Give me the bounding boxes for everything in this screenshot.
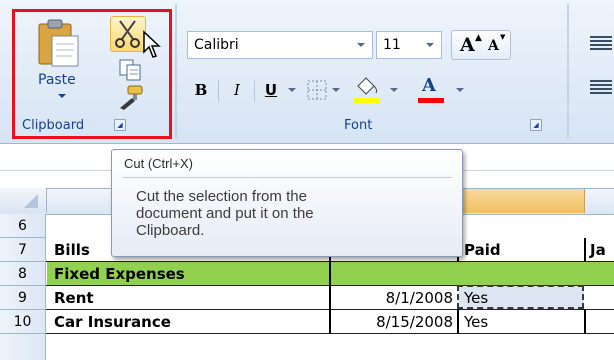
grid-line bbox=[584, 238, 586, 262]
font-name-value: Calibri bbox=[194, 37, 239, 53]
align-top-icon[interactable] bbox=[590, 36, 612, 50]
font-color-dropdown-arrow-icon[interactable] bbox=[456, 88, 464, 92]
cell[interactable]: Ja bbox=[586, 238, 614, 262]
grow-font-icon: A bbox=[460, 34, 475, 56]
font-name-dropdown-arrow-icon[interactable] bbox=[357, 43, 365, 47]
bold-button[interactable]: B bbox=[186, 74, 216, 106]
grid-empty-area bbox=[46, 334, 614, 360]
shrink-arrow-icon: ▼ bbox=[500, 33, 506, 41]
font-color-icon: A bbox=[422, 75, 436, 96]
row-header[interactable]: 9 bbox=[0, 286, 46, 310]
font-size-dropdown-arrow-icon[interactable] bbox=[426, 43, 434, 47]
group-separator bbox=[567, 4, 569, 138]
cell[interactable]: 8/15/2008 bbox=[331, 310, 457, 334]
cell[interactable]: Yes bbox=[460, 310, 584, 334]
font-color-bar bbox=[418, 98, 444, 103]
tooltip-title: Cut (Ctrl+X) bbox=[124, 156, 193, 171]
cut-tooltip: Cut (Ctrl+X) Cut the selection from the … bbox=[111, 149, 463, 257]
borders-dropdown-arrow-icon[interactable] bbox=[332, 88, 340, 92]
align-left-icon[interactable] bbox=[590, 80, 612, 94]
cell[interactable]: Rent bbox=[50, 286, 326, 310]
grid-line bbox=[457, 309, 459, 334]
row-header[interactable]: 10 bbox=[0, 310, 46, 334]
font-group-label: Font bbox=[344, 118, 373, 133]
separator bbox=[218, 80, 219, 102]
ribbon: Paste Clipboard ◢ Calibri 11 A ▲ A ▼ B I… bbox=[0, 0, 614, 144]
grid-line bbox=[584, 309, 586, 334]
cut-marquee bbox=[457, 285, 584, 309]
grow-font-button[interactable]: A ▲ A ▼ bbox=[451, 30, 511, 60]
borders-button[interactable] bbox=[302, 76, 344, 104]
underline-dropdown-arrow-icon[interactable] bbox=[288, 88, 296, 92]
tooltip-divider bbox=[122, 177, 452, 178]
select-all-triangle-icon bbox=[24, 194, 38, 208]
fill-color-button[interactable] bbox=[348, 74, 406, 106]
fill-color-bar bbox=[354, 98, 380, 103]
tooltip-body-line: document and put it on the bbox=[136, 205, 314, 222]
cell[interactable]: 8/1/2008 bbox=[331, 286, 457, 310]
cell[interactable]: Fixed Expenses bbox=[50, 262, 450, 286]
tooltip-body-line: Cut the selection from the bbox=[136, 188, 307, 205]
row-header[interactable]: 7 bbox=[0, 238, 46, 262]
cell[interactable]: Paid bbox=[460, 238, 584, 262]
borders-icon bbox=[307, 80, 327, 100]
grow-arrow-icon: ▲ bbox=[475, 33, 482, 43]
shrink-font-icon: A bbox=[488, 38, 499, 54]
italic-button[interactable]: I bbox=[222, 74, 252, 106]
row-header[interactable]: 6 bbox=[0, 214, 46, 238]
font-color-button[interactable]: A bbox=[412, 74, 472, 106]
cell[interactable]: Car Insurance bbox=[50, 310, 326, 334]
group-separator bbox=[175, 4, 177, 138]
font-name-combobox[interactable]: Calibri bbox=[187, 31, 373, 59]
clipboard-highlight-box bbox=[12, 9, 172, 139]
row-header-filler bbox=[0, 334, 46, 360]
paint-bucket-icon bbox=[357, 77, 378, 95]
tooltip-body: Cut the selection from the document and … bbox=[136, 188, 446, 239]
separator bbox=[254, 80, 255, 102]
column-header-selected[interactable] bbox=[459, 189, 585, 213]
fill-color-dropdown-arrow-icon[interactable] bbox=[390, 88, 398, 92]
row-header[interactable]: 8 bbox=[0, 262, 46, 286]
underline-button[interactable]: U bbox=[256, 74, 286, 106]
tooltip-body-line: Clipboard. bbox=[136, 222, 205, 239]
font-dialog-launcher-icon[interactable]: ◢ bbox=[530, 119, 542, 131]
font-size-value: 11 bbox=[383, 37, 401, 53]
